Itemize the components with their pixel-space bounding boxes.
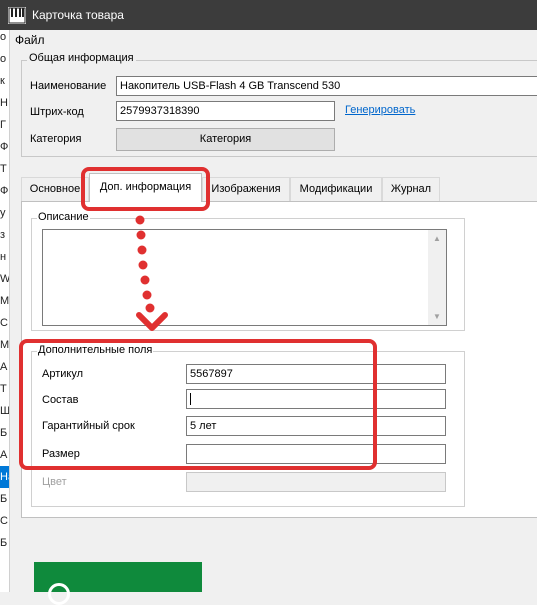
scroll-down-icon[interactable]: ▼ — [428, 308, 446, 325]
background-list-row: Т — [0, 383, 7, 395]
generate-barcode-link[interactable]: Генерировать — [345, 104, 415, 116]
background-list-row: На — [0, 466, 9, 488]
tab-main[interactable]: Основное — [21, 177, 89, 201]
description-scrollbar[interactable]: ▲ ▼ — [428, 230, 446, 325]
menu-file[interactable]: Файл — [15, 33, 45, 47]
name-field[interactable]: Накопитель USB-Flash 4 GB Transcend 530 — [116, 76, 537, 96]
tab-journal[interactable]: Журнал — [382, 177, 440, 201]
background-list-row: С — [0, 317, 8, 329]
tab-images[interactable]: Изображения — [202, 177, 290, 201]
circle-icon — [48, 583, 70, 605]
scroll-up-icon[interactable]: ▲ — [428, 230, 446, 247]
background-list-row: Г — [0, 119, 6, 131]
background-list-row: С — [0, 515, 8, 527]
background-list-row: з — [0, 229, 6, 241]
menu-bar — [10, 30, 537, 50]
barcode-label: Штрих-код — [30, 106, 84, 118]
background-list-row: Б — [0, 537, 8, 549]
background-list-row: М — [0, 295, 10, 307]
category-label: Категория — [30, 133, 82, 145]
background-list-row: н — [0, 251, 7, 263]
annotation-fields-highlight — [19, 339, 377, 470]
color-label: Цвет — [42, 476, 67, 488]
background-list-row: Ф — [0, 185, 9, 197]
category-button[interactable]: Категория — [116, 128, 335, 151]
piano-keys-icon — [8, 7, 26, 24]
general-info-title: Общая информация — [27, 52, 136, 64]
background-list-row: Ш — [0, 405, 10, 417]
annotation-dotted-arrow — [135, 215, 168, 331]
description-textarea[interactable] — [42, 229, 447, 326]
background-list-row: о — [0, 53, 7, 65]
window-title: Карточка товара — [32, 8, 124, 22]
background-list-row: у — [0, 207, 6, 219]
description-title: Описание — [37, 211, 90, 223]
background-list-row: к — [0, 75, 5, 87]
background-list-row: W — [0, 273, 10, 285]
background-list-row: Т — [0, 163, 7, 175]
background-list-row: Б — [0, 427, 8, 439]
annotation-tab-highlight — [81, 167, 210, 211]
background-list-row: Б — [0, 493, 8, 505]
background-list-row: А — [0, 449, 8, 461]
background-list-row: о — [0, 31, 7, 43]
background-list-row: М — [0, 339, 10, 351]
background-list-row: Н — [0, 97, 8, 109]
barcode-field[interactable]: 2579937318390 — [116, 101, 335, 121]
color-field — [186, 472, 446, 492]
background-list: оокНГФТФузнWМСМАТШБАНаБСБ — [0, 30, 10, 592]
name-label: Наименование — [30, 80, 107, 92]
background-list-row: А — [0, 361, 8, 373]
tab-modifications[interactable]: Модификации — [290, 177, 382, 201]
background-list-row: Ф — [0, 141, 9, 153]
